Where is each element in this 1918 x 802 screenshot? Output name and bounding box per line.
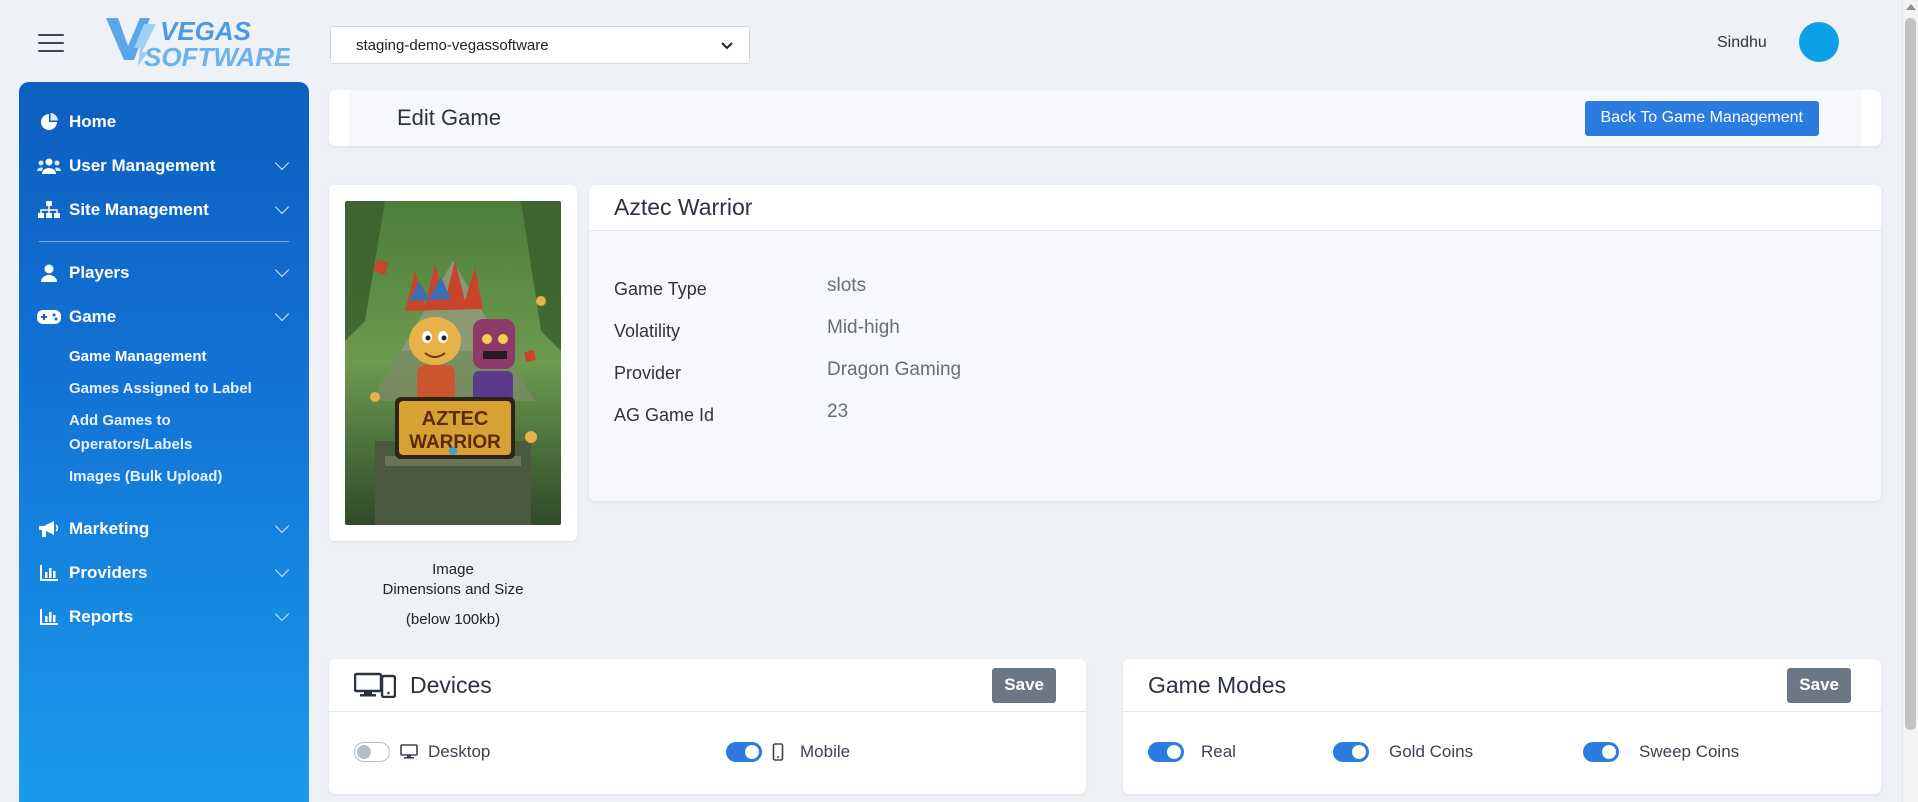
- chevron-down-icon: [274, 306, 290, 322]
- page-header: Edit Game Back To Game Management: [329, 90, 1881, 146]
- bar-chart-icon: [37, 607, 61, 627]
- detail-row-volatility: Volatility Mid-high: [614, 317, 1856, 359]
- detail-value: Mid-high: [827, 317, 900, 338]
- svg-text:AZTEC: AZTEC: [422, 408, 489, 430]
- user-icon: [37, 263, 61, 283]
- mobile-label: Mobile: [800, 742, 851, 761]
- image-caption: Image Dimensions and Size (below 100kb): [329, 560, 577, 630]
- submenu-games-assigned-to-label[interactable]: Games Assigned to Label: [19, 377, 309, 401]
- detail-label: Provider: [614, 363, 682, 383]
- username[interactable]: Sindhu: [1717, 34, 1767, 52]
- devices-card: Devices Save Desktop Mobile: [329, 659, 1086, 794]
- megaphone-icon: [37, 519, 61, 539]
- users-icon: [37, 156, 61, 176]
- devices-icon: [354, 672, 396, 698]
- submenu-images-bulk-upload[interactable]: Images (Bulk Upload): [19, 465, 309, 489]
- scrollbar-thumb[interactable]: [1905, 18, 1916, 730]
- real-mode-toggle[interactable]: [1148, 742, 1184, 762]
- desktop-toggle[interactable]: [354, 742, 390, 762]
- site-select-value: staging-demo-vegassoftware: [356, 36, 549, 54]
- sidebar-item-label: Marketing: [69, 519, 150, 538]
- caption-line: Dimensions and Size: [382, 581, 524, 598]
- sidebar-divider: [39, 241, 289, 242]
- detail-label: Volatility: [614, 321, 681, 341]
- sidebar-item-label: Providers: [69, 563, 148, 582]
- scroll-up-icon[interactable]: [1906, 4, 1916, 10]
- sidebar-item-game[interactable]: Game: [19, 295, 309, 339]
- sidebar-item-reports[interactable]: Reports: [19, 595, 309, 639]
- sidebar-item-label: Site Management: [69, 200, 209, 219]
- caption-line: (below 100kb): [405, 611, 501, 628]
- caption-line: Image: [432, 561, 474, 578]
- chevron-down-icon: [274, 199, 290, 215]
- sitemap-icon: [37, 200, 61, 220]
- gold-coins-toggle[interactable]: [1333, 742, 1369, 762]
- chevron-down-icon: [274, 606, 290, 622]
- site-select[interactable]: staging-demo-vegassoftware: [330, 26, 750, 64]
- bar-chart-icon: [37, 563, 61, 583]
- sweep-coins-label: Sweep Coins: [1639, 742, 1740, 761]
- sidebar-item-label: Players: [69, 263, 130, 282]
- sidebar-item-user-management[interactable]: User Management: [19, 144, 309, 188]
- detail-label: AG Game Id: [614, 405, 715, 425]
- brand-logo: VEGAS SOFTWARE: [104, 14, 292, 72]
- game-thumbnail[interactable]: AZTEC WARRIOR: [345, 201, 561, 525]
- chevron-down-icon: [721, 38, 733, 53]
- desktop-label: Desktop: [428, 742, 491, 761]
- game-name: Aztec Warrior: [589, 185, 1881, 231]
- real-mode-label: Real: [1201, 742, 1236, 761]
- detail-value: 23: [827, 401, 849, 422]
- back-to-game-management-button[interactable]: Back To Game Management: [1584, 100, 1819, 136]
- svg-text:SOFTWARE: SOFTWARE: [144, 42, 290, 70]
- detail-label: Game Type: [614, 279, 707, 299]
- avatar[interactable]: [1799, 22, 1839, 62]
- page-scrollbar[interactable]: [1902, 0, 1918, 802]
- game-modes-title: Game Modes: [1148, 671, 1287, 698]
- desktop-icon: [400, 744, 418, 760]
- mobile-icon: [772, 743, 784, 761]
- sidebar-item-marketing[interactable]: Marketing: [19, 507, 309, 551]
- game-details-card: Aztec Warrior Game Type slots Volatility…: [589, 185, 1881, 501]
- gold-coins-label: Gold Coins: [1389, 742, 1474, 761]
- sidebar-item-label: User Management: [69, 156, 216, 175]
- devices-save-button[interactable]: Save: [992, 667, 1056, 703]
- game-submenu: Game Management Games Assigned to Label …: [19, 339, 309, 507]
- detail-row-ag-game-id: AG Game Id 23: [614, 401, 1856, 443]
- sweep-coins-toggle[interactable]: [1583, 742, 1619, 762]
- devices-title: Devices: [410, 671, 492, 698]
- detail-value: slots: [827, 275, 867, 296]
- sidebar-item-providers[interactable]: Providers: [19, 551, 309, 595]
- detail-row-game-type: Game Type slots: [614, 275, 1856, 317]
- game-image-card: AZTEC WARRIOR: [329, 185, 577, 541]
- detail-value: Dragon Gaming: [827, 359, 962, 380]
- game-modes-save-button[interactable]: Save: [1787, 667, 1851, 703]
- sidebar-item-players[interactable]: Players: [19, 251, 309, 295]
- submenu-game-management[interactable]: Game Management: [19, 345, 309, 369]
- detail-row-provider: Provider Dragon Gaming: [614, 359, 1856, 401]
- chevron-down-icon: [274, 155, 290, 171]
- chevron-down-icon: [274, 262, 290, 278]
- mobile-toggle[interactable]: [726, 742, 762, 762]
- submenu-add-games-to-operators[interactable]: Add Games to Operators/Labels: [19, 409, 219, 457]
- sidebar-item-site-management[interactable]: Site Management: [19, 188, 309, 232]
- sidebar-item-label: Reports: [69, 607, 134, 626]
- sidebar-item-label: Home: [69, 112, 117, 131]
- sidebar-item-home[interactable]: Home: [19, 100, 309, 144]
- sidebar-item-label: Game: [69, 307, 117, 326]
- chevron-down-icon: [274, 562, 290, 578]
- gamepad-icon: [37, 307, 61, 327]
- pie-chart-icon: [37, 112, 61, 132]
- chevron-down-icon: [274, 518, 290, 534]
- game-modes-card: Game Modes Save Real Gold Coins Sweep Co…: [1123, 659, 1881, 794]
- menu-toggle-icon[interactable]: [38, 34, 64, 52]
- page-title: Edit Game: [397, 105, 501, 130]
- sidebar: Home User Management Site Management Pla…: [19, 82, 309, 802]
